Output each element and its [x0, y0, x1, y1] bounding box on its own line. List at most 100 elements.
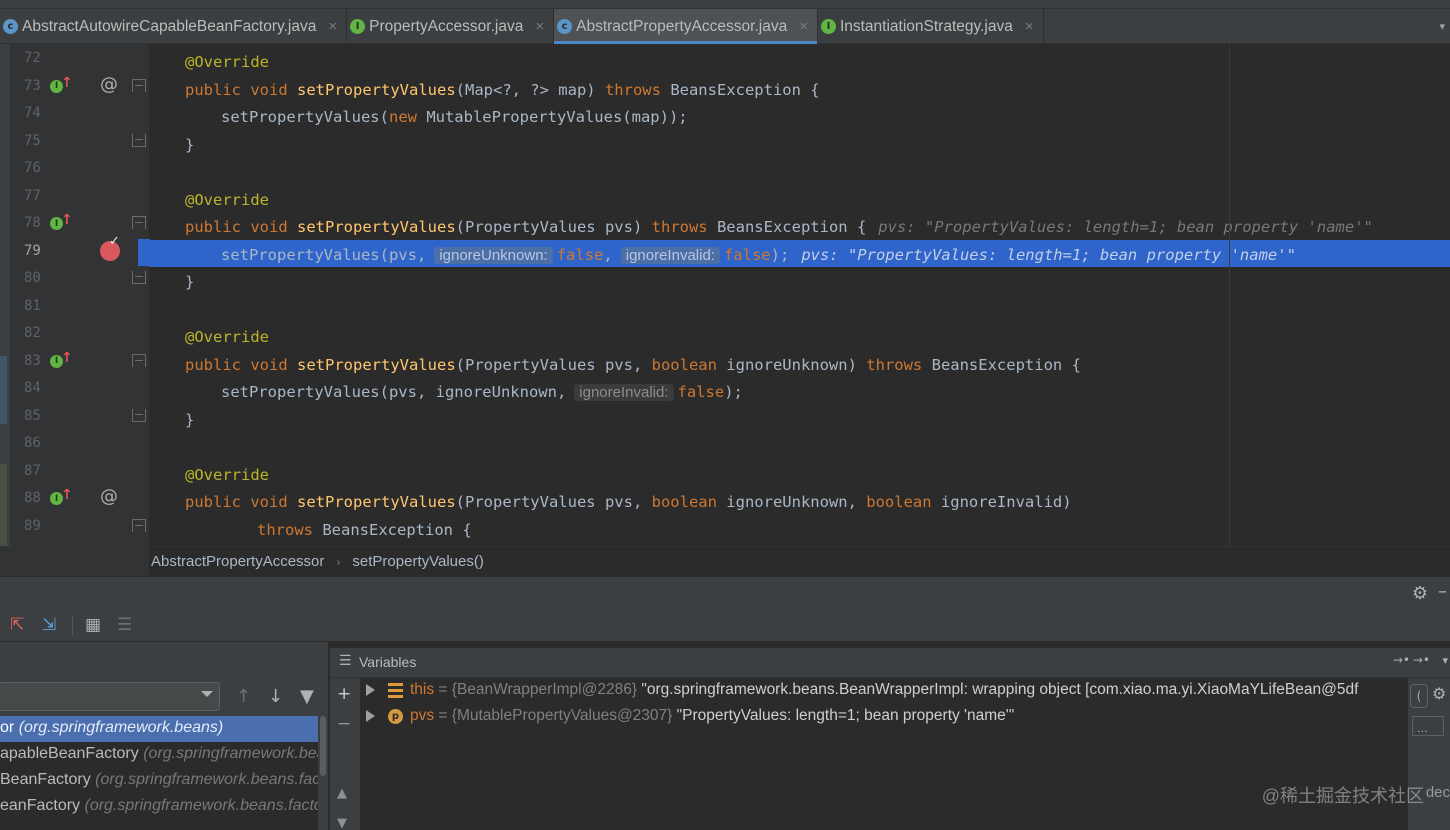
code-line-87[interactable]: @Override [149, 460, 1450, 488]
tab-instantiation-strategy[interactable]: I InstantiationStrategy.java × [818, 9, 1044, 44]
pin-tab-icon[interactable]: →• [1393, 653, 1410, 667]
expand-icon[interactable] [366, 684, 375, 696]
close-icon[interactable]: × [328, 18, 337, 35]
remove-watch-icon[interactable]: − [337, 714, 351, 734]
gutter-line[interactable]: 89 [10, 512, 149, 540]
table-view-icon[interactable]: ▦ [85, 615, 101, 635]
gutter-line[interactable]: 72 [10, 44, 149, 72]
gutter-line[interactable]: 75 [10, 127, 149, 155]
breakpoint-icon[interactable] [100, 234, 120, 261]
parameter-hint: ignoreInvalid: [574, 384, 674, 401]
variable-row-this[interactable]: this = {BeanWrapperImpl@2286} "org.sprin… [360, 678, 1410, 704]
fold-end-icon[interactable] [132, 408, 146, 422]
tab-abstract-property-accessor[interactable]: c AbstractPropertyAccessor.java × [554, 9, 818, 44]
scrollbar-thumb[interactable] [320, 716, 326, 776]
fold-icon[interactable] [132, 216, 146, 229]
frames-scrollbar[interactable] [318, 716, 328, 830]
gutter-line[interactable]: 74 [10, 99, 149, 127]
code-line-88[interactable]: public void setPropertyValues(PropertyVa… [149, 487, 1450, 515]
chevron-down-icon[interactable]: ▾ [1442, 654, 1448, 667]
tab-abstract-autowire-capable-bean-factory[interactable]: c AbstractAutowireCapableBeanFactory.jav… [0, 9, 348, 44]
gutter-line[interactable]: 82 [10, 319, 149, 347]
field-icon [388, 683, 403, 698]
gutter-line[interactable]: 83 I ↑ [10, 347, 149, 375]
move-tab-icon[interactable]: →• [1413, 653, 1430, 667]
restore-layout-icon[interactable]: ⇱ [10, 615, 24, 635]
code-line-72[interactable]: @Override [149, 47, 1450, 75]
expand-icon[interactable] [366, 710, 375, 722]
tab-list-menu-icon[interactable]: ▾ [1434, 9, 1450, 43]
gutter-line[interactable]: 80 [10, 264, 149, 292]
gutter-line[interactable]: 76 [10, 154, 149, 182]
keyword-token: void [250, 355, 288, 374]
frame-row[interactable]: eanFactory (org.springframework.beans.fa… [0, 794, 328, 820]
gutter-line[interactable]: 77 [10, 182, 149, 210]
code-editor[interactable]: @Override public void setPropertyValues(… [149, 44, 1450, 546]
breadcrumb-method[interactable]: setPropertyValues() [352, 553, 483, 570]
code-line-82[interactable]: @Override [149, 322, 1450, 350]
gutter-line[interactable]: 87 [10, 457, 149, 485]
close-icon[interactable]: × [799, 18, 808, 35]
code-line-74[interactable]: setPropertyValues(new MutablePropertyVal… [149, 102, 1450, 130]
fold-end-icon[interactable] [132, 133, 146, 147]
fold-end-icon[interactable] [132, 271, 146, 284]
line-number: 77 [24, 187, 41, 204]
code-line-77[interactable]: @Override [149, 185, 1450, 213]
code-line-80[interactable]: } [149, 267, 1450, 295]
frame-row[interactable]: BeanFactory (org.springframework.beans.f… [0, 768, 328, 794]
minimize-icon[interactable]: – [1438, 581, 1447, 602]
code-line-85[interactable]: } [149, 405, 1450, 433]
code-token: ignoreUnknown) [716, 355, 867, 374]
implements-method-icon[interactable]: I ↑ [50, 212, 73, 232]
frame-package: (org.springframework.beans) [18, 719, 224, 736]
gutter-line[interactable]: 84 [10, 374, 149, 402]
implements-method-icon[interactable]: I ↑ [50, 350, 73, 370]
add-watch-icon[interactable]: + [337, 684, 351, 704]
fold-icon[interactable] [132, 353, 146, 367]
settings-list-icon[interactable]: ☰ [117, 615, 132, 635]
variable-equals: = [434, 681, 452, 698]
view-button[interactable]: ( [1410, 684, 1428, 708]
close-icon[interactable]: × [1025, 18, 1034, 35]
frame-row[interactable]: apableBeanFactory (org.springframework.b… [0, 742, 328, 768]
tab-property-accessor[interactable]: I PropertyAccessor.java × [347, 9, 555, 44]
gear-icon[interactable]: ⚙ [1412, 583, 1428, 604]
gutter-line-current[interactable]: 79 [10, 234, 149, 265]
gutter-line[interactable]: 88 I ↑ @ [10, 484, 149, 512]
implements-method-icon[interactable]: I ↑ [50, 487, 73, 507]
arrow-up-icon[interactable]: ↑ [236, 686, 251, 707]
fold-icon[interactable] [132, 518, 146, 532]
variable-row-pvs[interactable]: p pvs = {MutablePropertyValues@2307} "Pr… [360, 704, 1410, 730]
gutter-line[interactable]: 73 I ↑ @ [10, 72, 149, 100]
move-up-icon[interactable]: ▲ [337, 786, 347, 801]
editor-gutter[interactable]: 72 73 I↑ @ 74 75 76 77 78 I↑ 79 80 81 82… [10, 44, 149, 546]
code-line-89[interactable]: throws BeansException { [149, 515, 1450, 543]
code-line-84[interactable]: setPropertyValues(pvs, ignoreUnknown, ign… [149, 377, 1450, 405]
code-line-83[interactable]: public void setPropertyValues(PropertyVa… [149, 350, 1450, 378]
breadcrumb-class[interactable]: AbstractPropertyAccessor [151, 553, 324, 570]
code-line-75[interactable]: } [149, 130, 1450, 158]
code-line-79-current[interactable]: setPropertyValues(pvs, ignoreUnknown: fals… [149, 239, 1450, 267]
code-line-78[interactable]: public void setPropertyValues(PropertyVa… [149, 212, 1450, 240]
class-icon: c [3, 19, 18, 34]
frame-row-selected[interactable]: or (org.springframework.beans) [0, 716, 328, 742]
variable-name: this [410, 681, 435, 698]
filter-icon[interactable]: ▼ [300, 686, 314, 707]
step-out-icon[interactable]: ⇲ [42, 615, 56, 635]
gutter-line[interactable]: 86 [10, 429, 149, 457]
watermark: @稀土掘金技术社区 [1261, 786, 1424, 806]
gutter-line[interactable]: 85 [10, 402, 149, 430]
arrow-down-icon[interactable]: ↓ [268, 686, 283, 707]
more-button[interactable]: ... [1412, 716, 1444, 736]
gutter-line[interactable]: 78 I ↑ [10, 209, 149, 237]
gear-icon[interactable]: ⚙ [1432, 684, 1446, 703]
variable-type: {BeanWrapperImpl@2286} [451, 681, 638, 698]
move-down-icon[interactable]: ▼ [337, 816, 347, 830]
gutter-line[interactable]: 81 [10, 292, 149, 320]
thread-selector[interactable] [0, 682, 220, 711]
fold-icon[interactable] [132, 78, 146, 92]
code-token: BeansException { [931, 355, 1081, 374]
code-line-73[interactable]: public void setPropertyValues(Map<?, ?> … [149, 75, 1450, 103]
close-icon[interactable]: × [535, 18, 544, 35]
implements-method-icon[interactable]: I ↑ [50, 75, 73, 95]
